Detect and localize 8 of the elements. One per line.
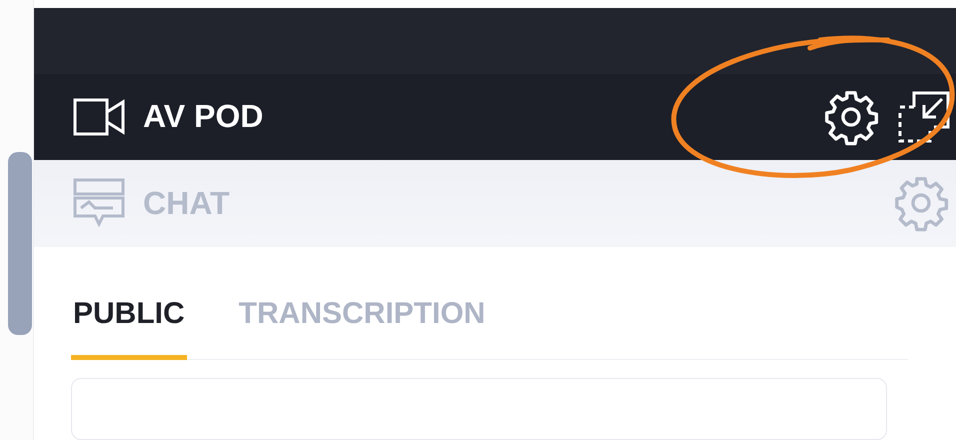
minimize-icon[interactable] <box>898 90 950 143</box>
pod-title: CHAT <box>143 184 230 222</box>
pod-header[interactable]: AV POD <box>34 74 956 160</box>
pod-title: AV POD <box>143 98 264 136</box>
chat-bubble-icon <box>73 178 125 228</box>
scrollbar-thumb[interactable] <box>8 152 32 335</box>
tab[interactable]: PUBLIC <box>71 287 187 360</box>
video-camera-icon <box>73 96 125 137</box>
